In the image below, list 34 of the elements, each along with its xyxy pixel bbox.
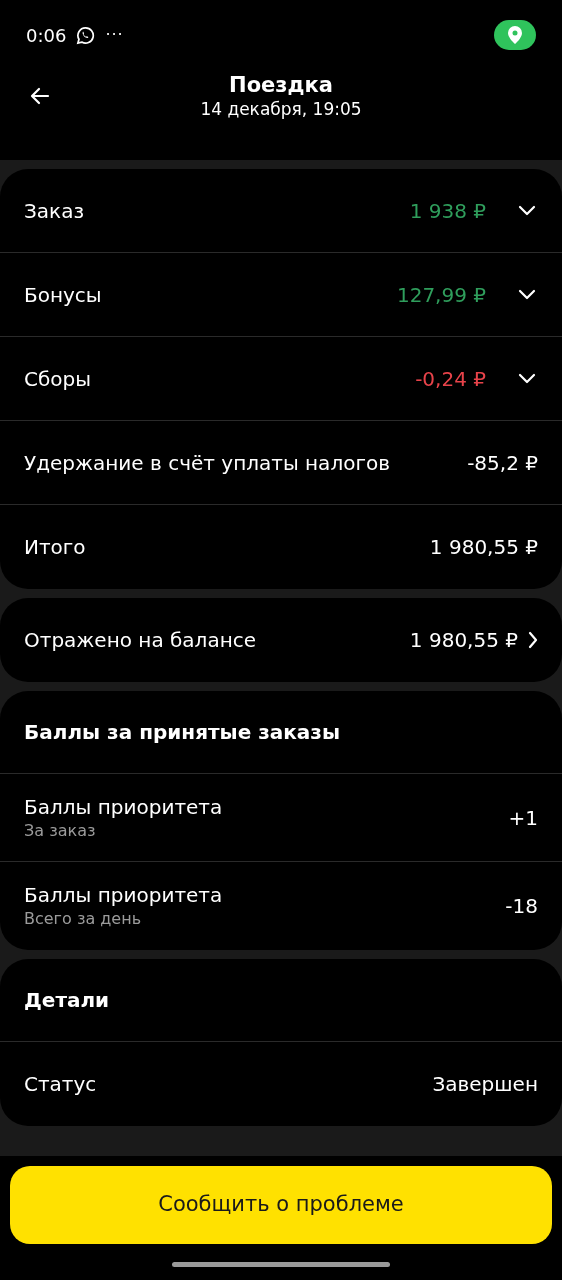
row-label: Баллы приоритета (24, 882, 224, 908)
row-label: Заказ (24, 197, 86, 224)
screen-title: Поездка (229, 72, 333, 98)
status-time: 0:06 (26, 23, 67, 48)
detail-row[interactable]: Сборы -0,24 ₽ (0, 337, 562, 421)
row-label: Баллы приоритета (24, 793, 224, 820)
row-value: -0,24 ₽ (415, 365, 486, 393)
section-title: Детали (24, 987, 110, 1014)
row-label: Итого (24, 534, 87, 560)
row-label: Удержание в счёт уплаты налогов (24, 449, 391, 476)
detail-row[interactable]: Бонусы 127,99 ₽ (0, 253, 562, 337)
location-indicator (494, 20, 536, 50)
row-sublabel: Всего за день (24, 908, 143, 930)
detail-row[interactable]: Заказ 1 938 ₽ (0, 169, 562, 253)
row-value: +1 (508, 804, 538, 832)
row-label: Сборы (24, 365, 93, 392)
row-value: 1 980,55 ₽ (429, 534, 538, 561)
chat-icon (76, 25, 96, 45)
row-label: Бонусы (24, 281, 103, 308)
row-value: -18 (505, 893, 538, 920)
screen-subtitle: 14 декабря, 19:05 (200, 98, 362, 120)
row-value: -85,2 ₽ (467, 449, 538, 477)
row-sublabel: За заказ (24, 819, 97, 842)
row-value: 1 980,55 ₽ (409, 627, 518, 654)
more-indicator: ··· (105, 24, 124, 46)
row-value: 1 938 ₽ (409, 197, 486, 225)
chevron-right-icon (528, 631, 538, 649)
detail-row[interactable]: Отражено на балансе 1 980,55 ₽ (0, 598, 562, 682)
row-label: Статус (24, 1071, 98, 1097)
report-problem-button[interactable]: Сообщить о проблеме (10, 1166, 552, 1244)
row-label: Отражено на балансе (24, 627, 258, 653)
row-value: Завершен (432, 1071, 538, 1098)
section-title: Баллы за принятые заказы (24, 719, 341, 746)
row-value: 127,99 ₽ (396, 281, 486, 309)
